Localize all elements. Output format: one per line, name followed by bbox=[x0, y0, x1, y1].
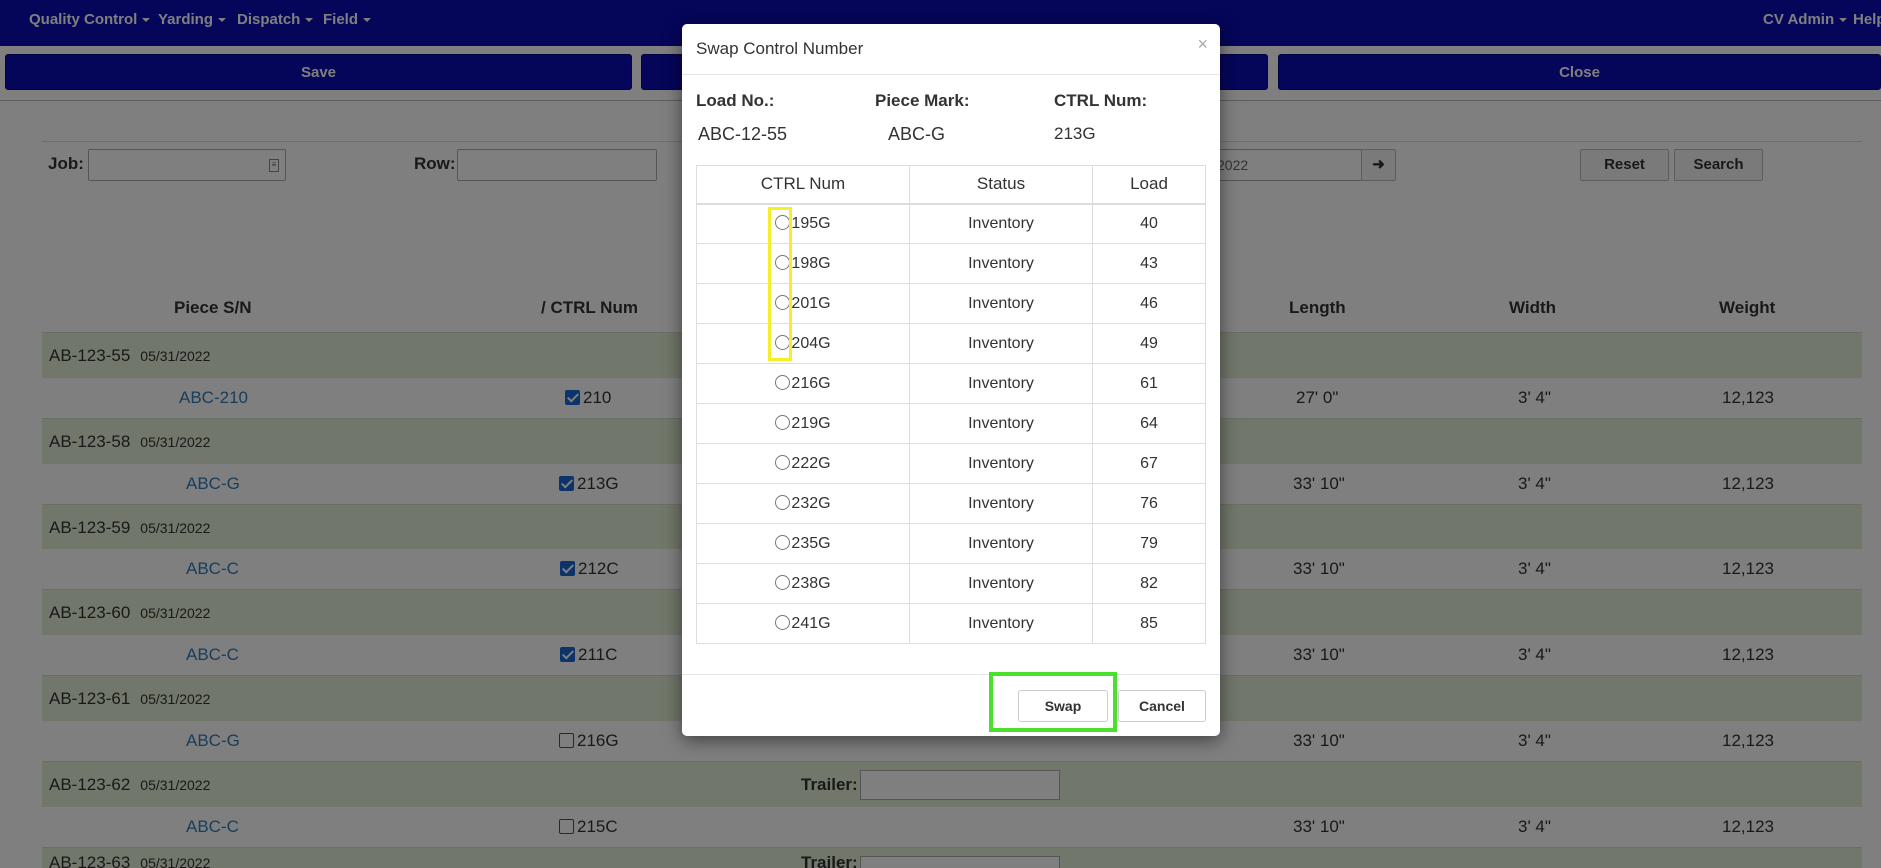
modal-footer-divider bbox=[682, 674, 1220, 675]
ctrl-radio-cell[interactable]: 216G bbox=[696, 363, 910, 404]
table-row[interactable]: 216G Inventory 61 bbox=[696, 363, 1206, 404]
table-row[interactable]: 241G Inventory 85 bbox=[696, 603, 1206, 644]
status-cell: Inventory bbox=[909, 323, 1093, 364]
status-cell: Inventory bbox=[909, 203, 1093, 244]
ctrl-radio-cell[interactable]: 219G bbox=[696, 403, 910, 444]
status-cell: Inventory bbox=[909, 563, 1093, 604]
swap-control-number-modal: Swap Control Number × Load No.: Piece Ma… bbox=[682, 24, 1220, 736]
header-load: Load bbox=[1092, 165, 1206, 205]
table-row[interactable]: 238G Inventory 82 bbox=[696, 563, 1206, 604]
header-ctrl-num: CTRL Num bbox=[696, 165, 910, 205]
load-cell: 76 bbox=[1092, 483, 1206, 524]
radio-column-highlight bbox=[768, 207, 792, 361]
ctrl-radio-cell[interactable]: 241G bbox=[696, 603, 910, 644]
ctrl-radio-cell[interactable]: 198G bbox=[696, 243, 910, 284]
load-cell: 40 bbox=[1092, 203, 1206, 244]
load-cell: 79 bbox=[1092, 523, 1206, 564]
status-cell: Inventory bbox=[909, 443, 1093, 484]
ctrl-radio-cell[interactable]: 238G bbox=[696, 563, 910, 604]
ctrl-radio-cell[interactable]: 204G bbox=[696, 323, 910, 364]
radio-button[interactable] bbox=[775, 574, 791, 590]
load-cell: 85 bbox=[1092, 603, 1206, 644]
load-cell: 46 bbox=[1092, 283, 1206, 324]
modal-header-divider bbox=[682, 74, 1220, 75]
load-cell: 43 bbox=[1092, 243, 1206, 284]
status-cell: Inventory bbox=[909, 283, 1093, 324]
radio-button[interactable] bbox=[775, 534, 791, 550]
status-cell: Inventory bbox=[909, 523, 1093, 564]
swap-button-highlight bbox=[989, 672, 1117, 732]
status-cell: Inventory bbox=[909, 483, 1093, 524]
status-cell: Inventory bbox=[909, 403, 1093, 444]
ctrl-radio-cell[interactable]: 201G bbox=[696, 283, 910, 324]
table-row[interactable]: 235G Inventory 79 bbox=[696, 523, 1206, 564]
ctrl-radio-cell[interactable]: 235G bbox=[696, 523, 910, 564]
ctrl-radio-cell[interactable]: 232G bbox=[696, 483, 910, 524]
modal-title: Swap Control Number bbox=[696, 39, 864, 58]
table-row[interactable]: 222G Inventory 67 bbox=[696, 443, 1206, 484]
piece-mark-label: Piece Mark: bbox=[875, 91, 970, 110]
piece-mark-value: ABC-G bbox=[888, 124, 946, 144]
cancel-button[interactable]: Cancel bbox=[1118, 690, 1206, 722]
load-cell: 64 bbox=[1092, 403, 1206, 444]
radio-button[interactable] bbox=[775, 414, 791, 430]
load-no-value: ABC-12-55 bbox=[698, 124, 788, 144]
radio-button[interactable] bbox=[775, 374, 791, 390]
load-cell: 49 bbox=[1092, 323, 1206, 364]
ctrl-radio-cell[interactable]: 222G bbox=[696, 443, 910, 484]
header-status: Status bbox=[909, 165, 1093, 205]
ctrl-num-value: 213G bbox=[1054, 124, 1096, 143]
status-cell: Inventory bbox=[909, 363, 1093, 404]
table-row[interactable]: 232G Inventory 76 bbox=[696, 483, 1206, 524]
table-row[interactable]: 219G Inventory 64 bbox=[696, 403, 1206, 444]
radio-button[interactable] bbox=[775, 494, 791, 510]
load-cell: 82 bbox=[1092, 563, 1206, 604]
radio-button[interactable] bbox=[775, 454, 791, 470]
close-icon[interactable]: × bbox=[1197, 34, 1208, 55]
load-cell: 61 bbox=[1092, 363, 1206, 404]
status-cell: Inventory bbox=[909, 603, 1093, 644]
radio-button[interactable] bbox=[775, 614, 791, 630]
status-cell: Inventory bbox=[909, 243, 1093, 284]
ctrl-radio-cell[interactable]: 195G bbox=[696, 203, 910, 244]
load-cell: 67 bbox=[1092, 443, 1206, 484]
ctrl-num-label: CTRL Num: bbox=[1054, 91, 1148, 110]
load-no-label: Load No.: bbox=[696, 91, 775, 110]
